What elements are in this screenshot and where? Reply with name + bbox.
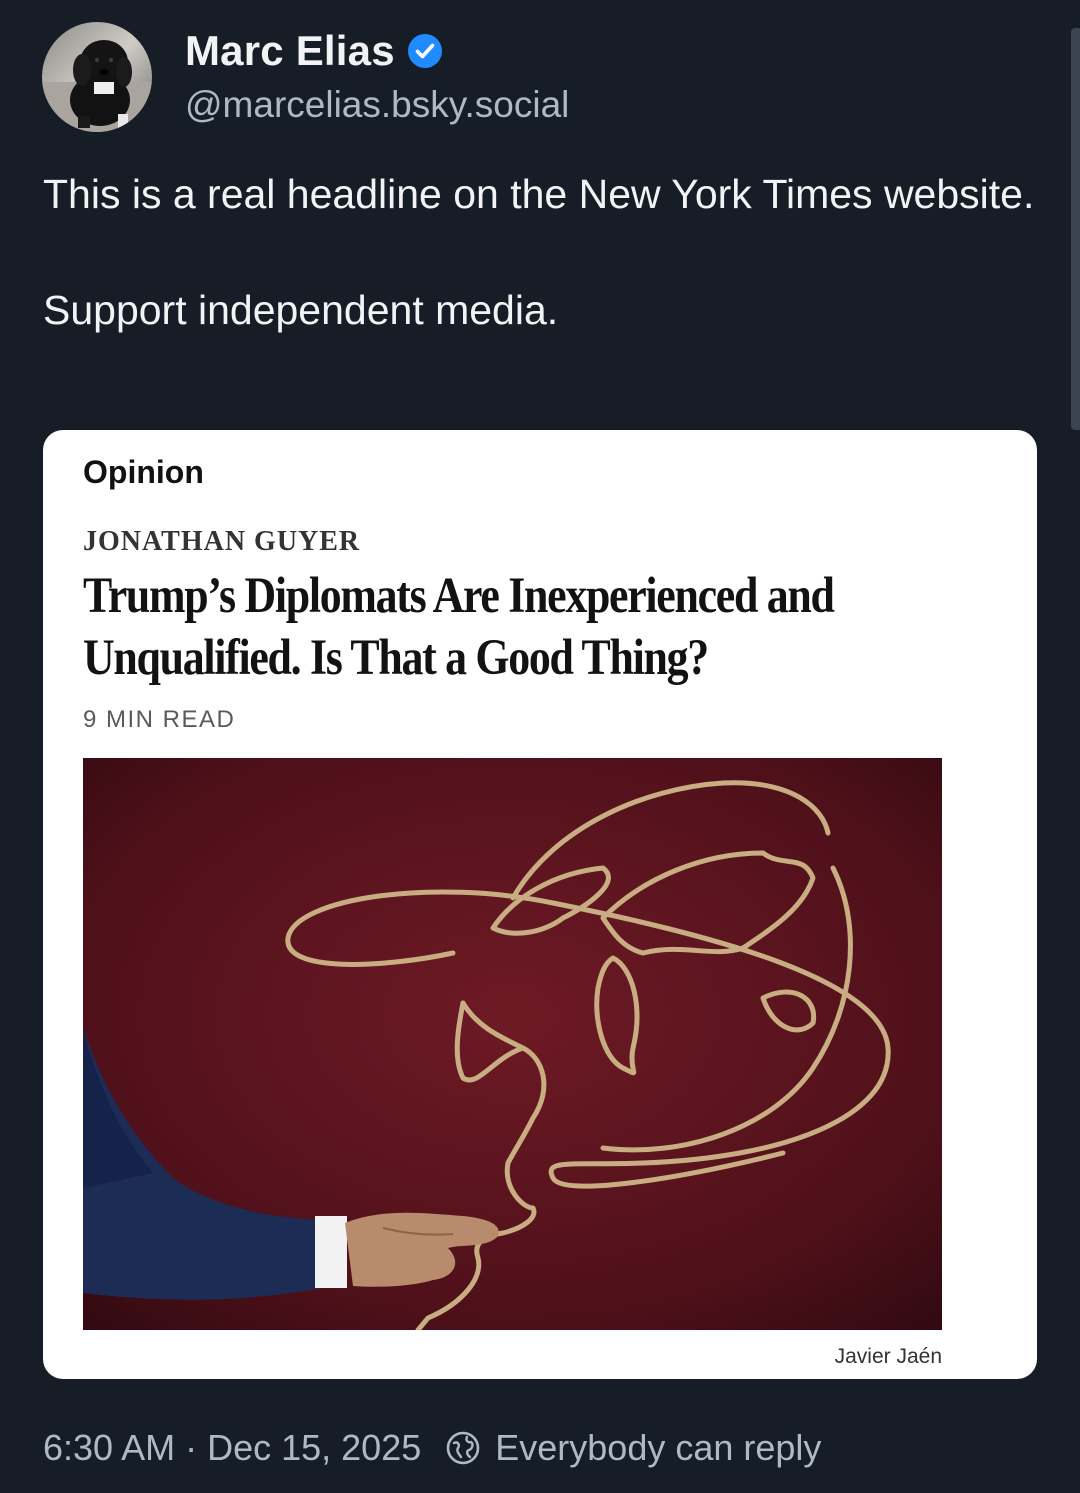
article-headline: Trump’s Diplomats Are Inexperienced and …	[83, 568, 835, 686]
author-names: Marc Elias @marcelias.bsky.social	[185, 23, 569, 129]
post-header: Marc Elias @marcelias.bsky.social	[42, 22, 569, 132]
post-thread-view: Marc Elias @marcelias.bsky.social This i…	[0, 0, 1080, 1493]
post-meta: 6:30 AM · Dec 15, 2025 Everybody can rep…	[43, 1425, 821, 1471]
display-name[interactable]: Marc Elias	[185, 23, 395, 79]
avatar[interactable]	[42, 22, 152, 132]
post-time: 6:30 AM	[43, 1427, 176, 1468]
article-read-time: 9 MIN READ	[83, 706, 236, 733]
verified-check-icon[interactable]	[407, 33, 443, 69]
article-section-label: Opinion	[83, 454, 204, 490]
embedded-image[interactable]: Opinion JONATHAN GUYER Trump’s Diplomats…	[43, 430, 1037, 1379]
hand-lasso-globe-illustration-icon	[83, 758, 942, 1330]
dog-avatar-icon	[42, 22, 152, 132]
display-name-row: Marc Elias	[185, 23, 569, 79]
image-credit: Javier Jaén	[834, 1345, 942, 1368]
reply-setting[interactable]: Everybody can reply	[495, 1425, 821, 1471]
article-byline: JONATHAN GUYER	[83, 526, 361, 557]
author-handle[interactable]: @marcelias.bsky.social	[185, 81, 569, 129]
scrollbar[interactable]	[1071, 28, 1080, 430]
meta-separator: ·	[185, 1427, 198, 1468]
post-paragraph: Support independent media.	[43, 287, 559, 333]
globe-icon	[446, 1431, 480, 1465]
post-paragraph: This is a real headline on the New York …	[43, 171, 1035, 217]
post-text: This is a real headline on the New York …	[43, 165, 1043, 339]
article-illustration	[83, 758, 942, 1330]
post-date: Dec 15, 2025	[207, 1427, 422, 1468]
